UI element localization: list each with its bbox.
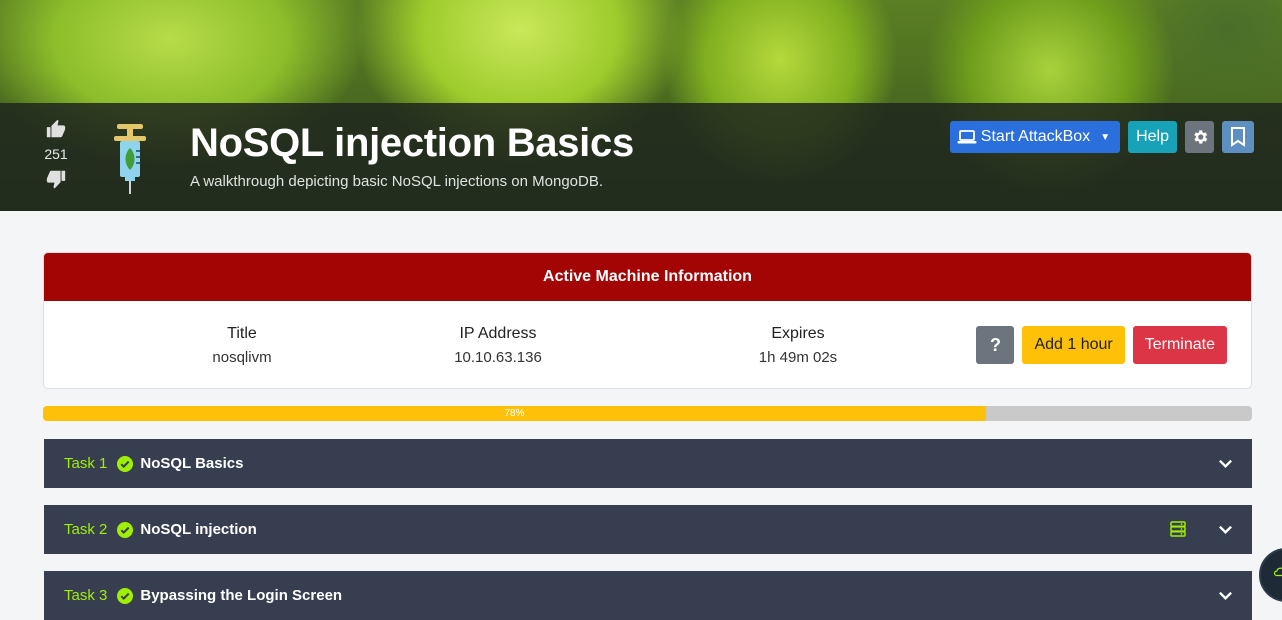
room-progress-bar: 78%	[43, 406, 1252, 421]
room-progress-fill: 78%	[43, 406, 987, 421]
active-machine-header: Active Machine Information	[44, 253, 1251, 301]
chat-widget-button[interactable]	[1259, 548, 1282, 602]
vote-widget: 251	[30, 118, 82, 190]
check-circle-icon	[117, 521, 134, 538]
chevron-down-icon[interactable]	[1218, 456, 1233, 476]
laptop-icon	[957, 129, 977, 145]
task-number: Task 2	[64, 521, 108, 538]
machine-expires-value: 1h 49m 02s	[758, 349, 838, 366]
machine-title-label: Title	[227, 325, 257, 342]
caret-down-icon: ▼	[1100, 131, 1111, 143]
machine-expires-field: Expires 1h 49m 02s	[698, 325, 898, 366]
machine-ip-field: IP Address 10.10.63.136	[398, 325, 598, 366]
terminate-button[interactable]: Terminate	[1132, 326, 1227, 364]
page-subtitle: A walkthrough depicting basic NoSQL inje…	[190, 173, 604, 190]
active-machine-panel: Active Machine Information Title nosqliv…	[43, 252, 1252, 389]
task-title: Bypassing the Login Screen	[140, 587, 343, 604]
chevron-down-icon[interactable]	[1218, 522, 1233, 542]
chevron-down-icon[interactable]	[1218, 588, 1233, 608]
task-title: NoSQL injection	[140, 521, 257, 538]
machine-ip-label: IP Address	[459, 325, 537, 342]
task-title: NoSQL Basics	[140, 455, 244, 472]
cloud-icon	[1273, 564, 1282, 583]
vote-count: 251	[44, 146, 68, 162]
gear-icon	[1191, 128, 1209, 146]
machine-expires-label: Expires	[771, 325, 825, 342]
room-actions: Start AttackBox ▼ Help	[949, 121, 1254, 153]
machine-help-button[interactable]: ?	[976, 326, 1015, 364]
add-hour-button[interactable]: Add 1 hour	[1022, 326, 1125, 364]
page-title: NoSQL injection Basics	[190, 121, 634, 165]
check-circle-icon	[117, 587, 134, 604]
bookmark-button[interactable]	[1222, 121, 1254, 153]
server-icon	[1170, 521, 1186, 542]
machine-title-value: nosqlivm	[212, 349, 272, 366]
machine-title-field: Title nosqlivm	[142, 325, 342, 366]
task-number: Task 3	[64, 587, 108, 604]
start-attackbox-label: Start AttackBox	[980, 128, 1091, 145]
thumbs-up-icon[interactable]	[30, 118, 82, 140]
machine-ip-value[interactable]: 10.10.63.136	[398, 349, 598, 366]
task-3-header[interactable]: Task 3 Bypassing the Login Screen	[44, 571, 1252, 620]
task-number: Task 1	[64, 455, 108, 472]
thumbs-down-icon[interactable]	[30, 168, 82, 190]
settings-button[interactable]	[1185, 121, 1214, 153]
help-button[interactable]: Help	[1128, 121, 1177, 153]
task-2-header[interactable]: Task 2 NoSQL injection	[44, 505, 1252, 554]
room-banner: 251 NoSQL injection Basics A walkthrough…	[0, 0, 1282, 211]
machine-actions: ? Add 1 hour Terminate	[976, 326, 1227, 364]
bookmark-icon	[1230, 127, 1246, 147]
syringe-icon	[112, 120, 148, 200]
check-circle-icon	[117, 455, 134, 472]
task-1-header[interactable]: Task 1 NoSQL Basics	[44, 439, 1252, 488]
start-attackbox-button[interactable]: Start AttackBox ▼	[949, 121, 1121, 153]
